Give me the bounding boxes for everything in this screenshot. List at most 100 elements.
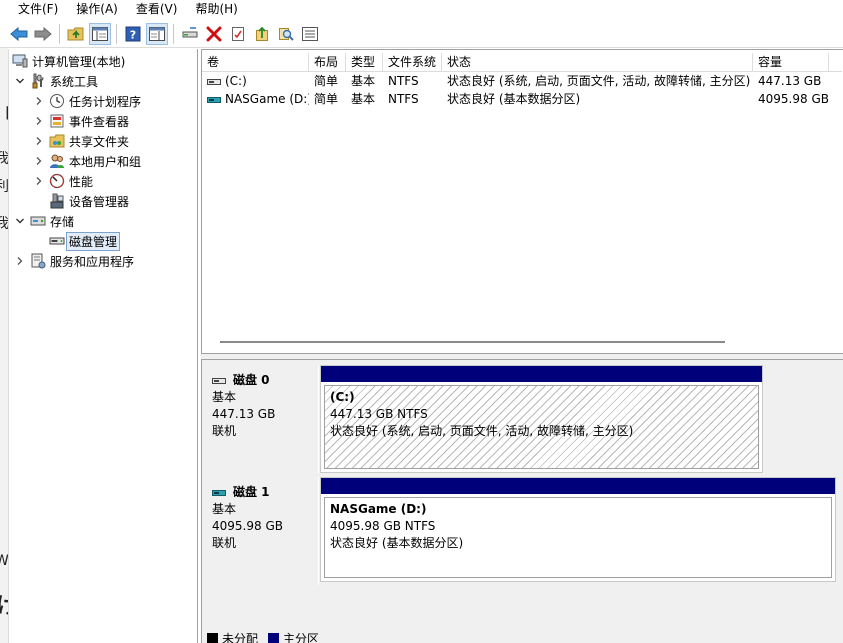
disk-type: 基本 <box>212 502 237 516</box>
disk-status: 联机 <box>212 424 237 438</box>
chevron-right-icon[interactable] <box>33 155 45 167</box>
connect-button[interactable] <box>179 23 201 45</box>
tree-label: 共享文件夹 <box>69 134 130 149</box>
tree-item-services-applications[interactable]: 服务和应用程序 <box>14 251 134 271</box>
list-view-button[interactable] <box>299 23 321 45</box>
disk-graphical-view[interactable]: 磁盘 0 基本 447.13 GB 联机 (C:) 447.13 GB NTFS… <box>201 360 843 643</box>
chevron-right-icon[interactable] <box>33 175 45 187</box>
delete-icon <box>206 26 222 41</box>
disk-0-label[interactable]: 磁盘 0 基本 447.13 GB 联机 <box>203 365 319 473</box>
column-header-overflow <box>829 53 842 72</box>
search-button[interactable] <box>275 23 297 45</box>
chevron-right-icon[interactable] <box>33 115 45 127</box>
legend-unallocated: 未分配 <box>207 630 258 643</box>
tree-item-task-scheduler[interactable]: 任务计划程序 <box>33 91 141 111</box>
delete-button[interactable] <box>203 23 225 45</box>
partition-status: 状态良好 (基本数据分区) <box>330 536 464 550</box>
chevron-down-icon[interactable] <box>14 215 26 227</box>
column-header-type[interactable]: 类型 <box>346 53 383 72</box>
disk-0-partitions: (C:) 447.13 GB NTFS 状态良好 (系统, 启动, 页面文件, … <box>320 365 763 473</box>
search-icon <box>279 27 294 41</box>
show-console-tree-button[interactable] <box>89 22 111 45</box>
help-button[interactable]: ? <box>122 23 144 45</box>
svg-text:?: ? <box>130 28 136 41</box>
tools-icon <box>30 73 46 89</box>
type-cell: 基本 <box>351 74 376 88</box>
tree-label: 计算机管理(本地) <box>32 54 126 69</box>
volume-name: (C:) <box>225 74 247 88</box>
menu-bar: 文件(F) 操作(A) 查看(V) 帮助(H) <box>0 0 843 18</box>
partition-c[interactable]: (C:) 447.13 GB NTFS 状态良好 (系统, 启动, 页面文件, … <box>324 385 759 469</box>
properties-button[interactable] <box>227 23 249 45</box>
toolbar: ? <box>0 20 843 48</box>
back-arrow-icon <box>10 26 28 41</box>
tree-item-disk-management[interactable]: 磁盘管理 <box>49 231 121 251</box>
menu-file[interactable]: 文件(F) <box>0 0 66 18</box>
toolbar-separator <box>116 23 117 44</box>
partition-name: (C:) <box>330 390 355 404</box>
forward-button[interactable] <box>32 23 54 45</box>
help-icon: ? <box>125 26 141 41</box>
partition-size-fs: 447.13 GB NTFS <box>330 407 428 421</box>
column-header-capacity[interactable]: 容量 <box>753 53 829 72</box>
disk-icon <box>212 377 226 385</box>
chevron-right-icon[interactable] <box>14 255 26 267</box>
details-pane: 卷 布局 类型 文件系统 状态 容量 (C:) 简单 基本 NTFS 状态良好 … <box>201 49 843 643</box>
disk-1-label[interactable]: 磁盘 1 基本 4095.98 GB 联机 <box>203 477 319 585</box>
partition-d[interactable]: NASGame (D:) 4095.98 GB NTFS 状态良好 (基本数据分… <box>324 497 832 578</box>
volume-name: NASGame (D:) <box>225 92 309 106</box>
volume-list[interactable]: 卷 布局 类型 文件系统 状态 容量 (C:) 简单 基本 NTFS 状态良好 … <box>201 49 843 354</box>
forward-arrow-icon <box>34 26 52 41</box>
up-level-button[interactable] <box>65 23 87 45</box>
background-window-edge: 刂 我 利 我 W け <box>0 48 8 643</box>
volume-name-cell: NASGame (D:) <box>202 90 309 108</box>
disk-name: 磁盘 0 <box>212 372 318 389</box>
users-icon <box>49 153 65 169</box>
back-button[interactable] <box>8 23 30 45</box>
device-manager-icon <box>49 193 65 209</box>
partition-status: 状态良好 (系统, 启动, 页面文件, 活动, 故障转储, 主分区) <box>330 424 634 438</box>
services-icon <box>30 253 46 269</box>
capacity-cell: 4095.98 GB <box>758 92 829 106</box>
column-header-layout[interactable]: 布局 <box>309 53 346 72</box>
menu-view[interactable]: 查看(V) <box>126 0 186 18</box>
table-row[interactable]: NASGame (D:) 简单 基本 NTFS 状态良好 (基本数据分区) 40… <box>202 90 842 108</box>
export-list-button[interactable] <box>251 23 273 45</box>
column-header-volume[interactable]: 卷 <box>202 53 309 72</box>
show-action-pane-icon <box>149 26 165 41</box>
status-cell: 状态良好 (基本数据分区) <box>447 92 581 106</box>
tree-item-event-viewer[interactable]: 事件查看器 <box>33 111 129 131</box>
edge-glyph: 刂 <box>0 98 8 130</box>
volume-list-header: 卷 布局 类型 文件系统 状态 容量 <box>202 53 842 72</box>
disk-1-partitions: NASGame (D:) 4095.98 GB NTFS 状态良好 (基本数据分… <box>320 477 836 582</box>
tree-label: 本地用户和组 <box>69 154 142 169</box>
tree-item-shared-folders[interactable]: 共享文件夹 <box>33 131 129 151</box>
menu-help[interactable]: 帮助(H) <box>185 0 245 18</box>
disk-name-text: 磁盘 1 <box>233 485 270 499</box>
tree-item-storage[interactable]: 存储 <box>14 211 74 231</box>
primary-partition-bar <box>321 478 835 494</box>
filesystem-cell: NTFS <box>388 74 419 88</box>
show-action-pane-button[interactable] <box>146 22 168 45</box>
tree-item-performance[interactable]: 性能 <box>33 171 93 191</box>
storage-icon <box>30 213 46 229</box>
console-tree[interactable]: 计算机管理(本地) 系统工具 任务计划程序 事件查看器 共享文件夹 本地用户和组… <box>8 49 198 643</box>
menu-action[interactable]: 操作(A) <box>66 0 126 18</box>
partition-size-fs: 4095.98 GB NTFS <box>330 519 436 533</box>
horizontal-scrollbar[interactable] <box>220 341 725 343</box>
chevron-down-icon[interactable] <box>14 75 26 87</box>
drive-icon <box>207 91 221 109</box>
table-row[interactable]: (C:) 简单 基本 NTFS 状态良好 (系统, 启动, 页面文件, 活动, … <box>202 72 842 90</box>
tree-item-system-tools[interactable]: 系统工具 <box>14 71 98 91</box>
tree-item-computer-management[interactable]: 计算机管理(本地) <box>12 51 125 71</box>
tree-label: 性能 <box>69 174 94 189</box>
tree-item-local-users-groups[interactable]: 本地用户和组 <box>33 151 141 171</box>
edge-glyph: 我 <box>0 216 8 232</box>
column-header-status[interactable]: 状态 <box>442 53 753 72</box>
column-header-filesystem[interactable]: 文件系统 <box>383 53 442 72</box>
filesystem-cell: NTFS <box>388 92 419 106</box>
chevron-right-icon[interactable] <box>33 95 45 107</box>
tree-item-device-manager[interactable]: 设备管理器 <box>49 191 129 211</box>
edge-glyph: 利 <box>0 179 8 195</box>
chevron-right-icon[interactable] <box>33 135 45 147</box>
